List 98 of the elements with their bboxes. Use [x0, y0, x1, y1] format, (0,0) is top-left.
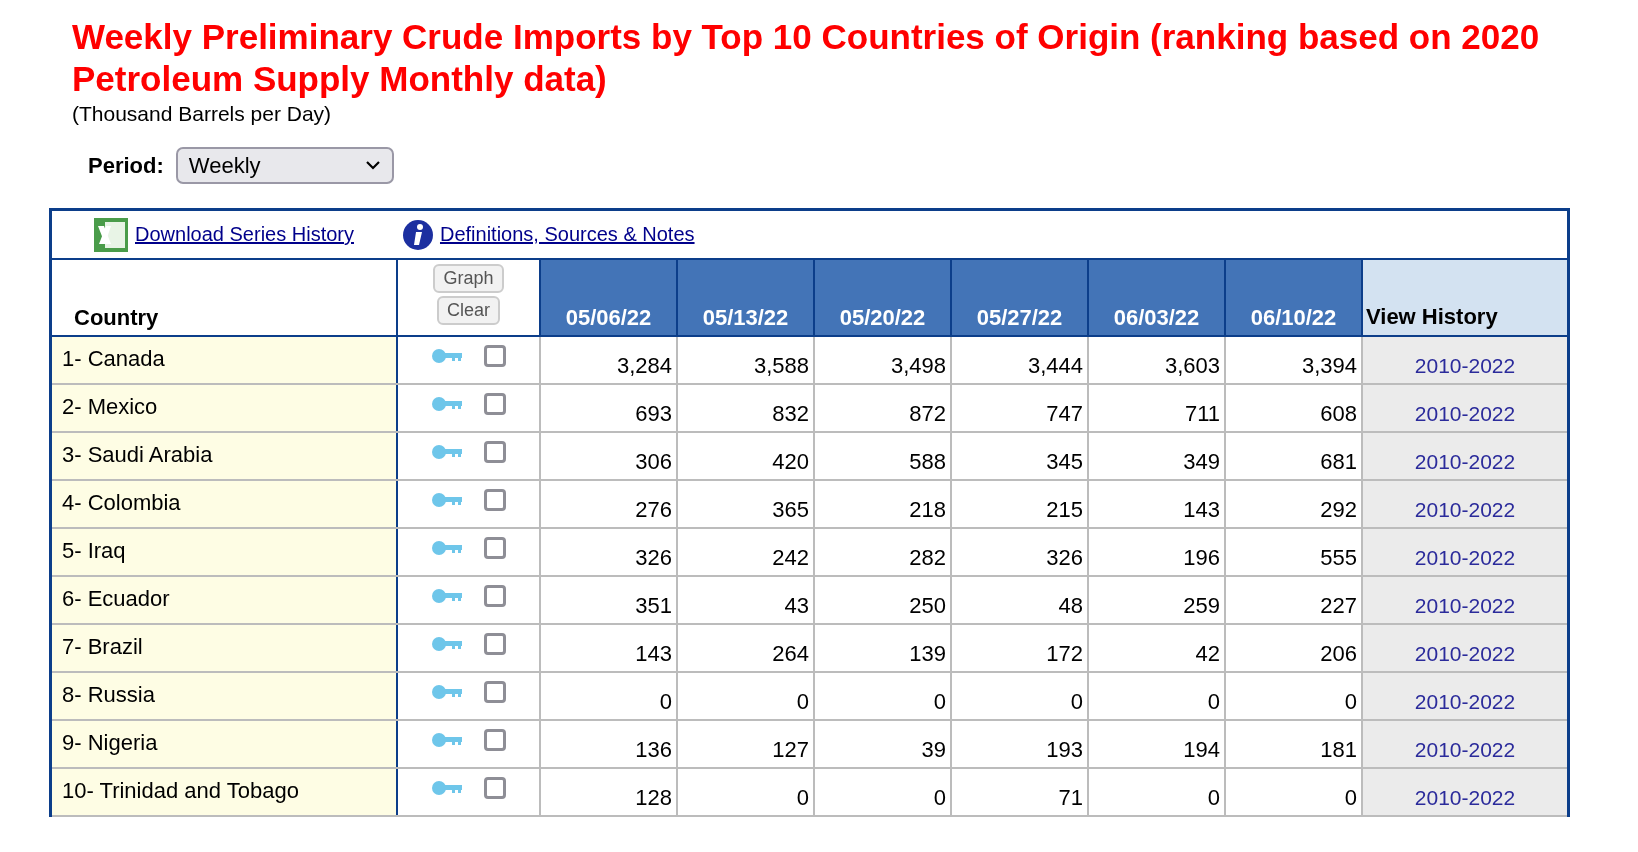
- value-cell: 143: [540, 624, 677, 672]
- value-cell: 0: [677, 768, 814, 816]
- value-cell: 143: [1088, 480, 1225, 528]
- country-cell: 10- Trinidad and Tobago: [52, 768, 397, 816]
- row-checkbox[interactable]: [483, 585, 506, 607]
- value-cell: 196: [1088, 528, 1225, 576]
- row-checkbox[interactable]: [483, 345, 506, 367]
- value-cell: 0: [951, 672, 1088, 720]
- period-label: Period:: [88, 152, 164, 179]
- value-cell: 48: [951, 576, 1088, 624]
- value-cell: 39: [814, 720, 951, 768]
- value-cell: 193: [951, 720, 1088, 768]
- country-cell: 3- Saudi Arabia: [52, 432, 397, 480]
- value-cell: 0: [540, 672, 677, 720]
- country-cell: 9- Nigeria: [52, 720, 397, 768]
- value-cell: 326: [951, 528, 1088, 576]
- units-subtitle: (Thousand Barrels per Day): [72, 102, 333, 126]
- value-cell: 3,588: [677, 336, 814, 384]
- graph-action-button[interactable]: Graph: [433, 264, 504, 293]
- value-cell: 832: [677, 384, 814, 432]
- value-cell: 711: [1088, 384, 1225, 432]
- value-cell: 351: [540, 576, 677, 624]
- date-column-header: 06/03/22: [1088, 260, 1225, 336]
- value-cell: 0: [814, 672, 951, 720]
- date-column-header: 05/06/22: [540, 260, 677, 336]
- value-cell: 3,284: [540, 336, 677, 384]
- row-checkbox[interactable]: [483, 393, 506, 415]
- chevron-icon: [365, 161, 380, 170]
- row-checkbox[interactable]: [483, 681, 506, 703]
- value-cell: 71: [951, 768, 1088, 816]
- value-cell: 0: [1088, 672, 1225, 720]
- date-column-header: 06/10/22: [1225, 260, 1362, 336]
- series-link[interactable]: Definitions, Sources & Notes: [440, 223, 695, 246]
- value-cell: 693: [540, 384, 677, 432]
- value-cell: 747: [951, 384, 1088, 432]
- series-link[interactable]: Download Series History: [135, 223, 354, 246]
- spreadsheet-icon: [93, 216, 129, 253]
- row-checkbox[interactable]: [483, 441, 506, 463]
- value-cell: 420: [677, 432, 814, 480]
- value-cell: 306: [540, 432, 677, 480]
- value-cell: 3,498: [814, 336, 951, 384]
- value-cell: 3,603: [1088, 336, 1225, 384]
- value-cell: 218: [814, 480, 951, 528]
- key-icon[interactable]: [431, 779, 464, 797]
- value-cell: 127: [677, 720, 814, 768]
- value-cell: 215: [951, 480, 1088, 528]
- country-cell: 8- Russia: [52, 672, 397, 720]
- value-cell: 264: [677, 624, 814, 672]
- value-cell: 345: [951, 432, 1088, 480]
- key-icon[interactable]: [431, 587, 464, 605]
- value-cell: 872: [814, 384, 951, 432]
- value-cell: 194: [1088, 720, 1225, 768]
- value-cell: 0: [1088, 768, 1225, 816]
- row-checkbox[interactable]: [483, 633, 506, 655]
- value-cell: 259: [1088, 576, 1225, 624]
- row-checkbox[interactable]: [483, 729, 506, 751]
- info-icon: [402, 218, 434, 251]
- value-cell: 136: [540, 720, 677, 768]
- country-cell: 7- Brazil: [52, 624, 397, 672]
- country-cell: 4- Colombia: [52, 480, 397, 528]
- column-header: View History: [1362, 260, 1567, 336]
- key-icon[interactable]: [431, 731, 464, 749]
- date-column-header: 05/13/22: [677, 260, 814, 336]
- value-cell: 276: [540, 480, 677, 528]
- country-cell: 6- Ecuador: [52, 576, 397, 624]
- value-cell: 242: [677, 528, 814, 576]
- period-select[interactable]: Weekly: [175, 147, 394, 184]
- row-checkbox[interactable]: [483, 777, 506, 799]
- country-cell: 1- Canada: [52, 336, 397, 384]
- graph-action-button[interactable]: Clear: [437, 296, 500, 325]
- date-column-header: 05/27/22: [951, 260, 1088, 336]
- value-cell: 128: [540, 768, 677, 816]
- value-cell: 282: [814, 528, 951, 576]
- key-icon[interactable]: [431, 491, 464, 509]
- value-cell: 172: [951, 624, 1088, 672]
- row-checkbox[interactable]: [483, 537, 506, 559]
- value-cell: 3,444: [951, 336, 1088, 384]
- value-cell: 42: [1088, 624, 1225, 672]
- key-icon[interactable]: [431, 683, 464, 701]
- value-cell: 588: [814, 432, 951, 480]
- country-cell: 5- Iraq: [52, 528, 397, 576]
- page-title: Weekly Preliminary Crude Imports by Top 10 Countries of Origin (ranking based on 2020 Petroleum Supply Monthly data): [72, 16, 1541, 100]
- row-checkbox[interactable]: [483, 489, 506, 511]
- key-icon[interactable]: [431, 347, 464, 365]
- value-cell: 0: [814, 768, 951, 816]
- value-cell: 365: [677, 480, 814, 528]
- value-cell: 326: [540, 528, 677, 576]
- country-cell: 2- Mexico: [52, 384, 397, 432]
- date-column-header: 05/20/22: [814, 260, 951, 336]
- value-cell: 139: [814, 624, 951, 672]
- key-icon[interactable]: [431, 443, 464, 461]
- value-cell: 0: [677, 672, 814, 720]
- value-cell: 43: [677, 576, 814, 624]
- value-cell: 250: [814, 576, 951, 624]
- value-cell: 349: [1088, 432, 1225, 480]
- key-icon[interactable]: [431, 395, 464, 413]
- key-icon[interactable]: [431, 539, 464, 557]
- key-icon[interactable]: [431, 635, 464, 653]
